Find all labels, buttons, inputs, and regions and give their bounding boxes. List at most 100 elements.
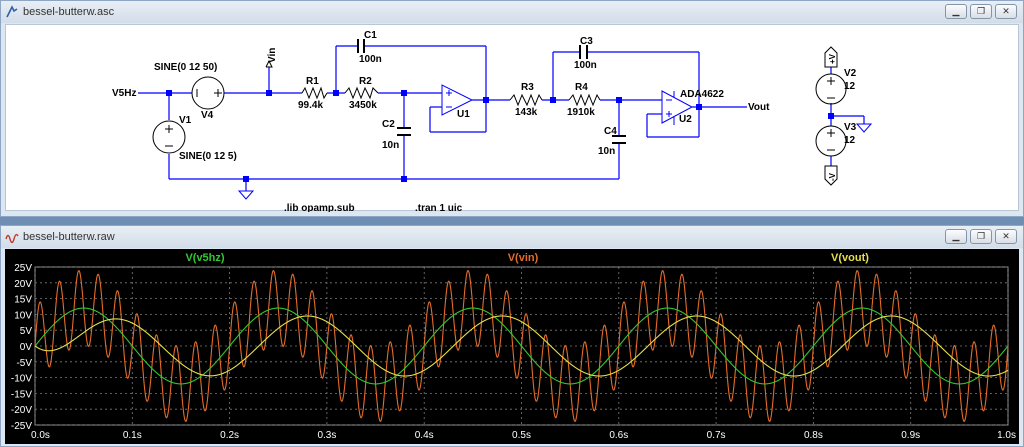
c1-name: C1 [364,30,377,41]
x-tick-label: 0.5s [512,430,531,441]
trace-label-vin[interactable]: V(vin) [508,252,539,264]
x-tick-label: 0.7s [707,430,726,441]
ground-symbol-supply [855,123,873,133]
restore-icon: ❐ [976,6,986,16]
waveform-window-controls: ▁ ❐ ✕ [945,229,1017,244]
waveform-plot-pane[interactable]: 25V 20V 15V 10V 5V 0V -5V -10V -15V -20V -25V 0.0s… [5,249,1019,444]
r4-name: R4 [575,82,588,93]
r3-symbol[interactable] [509,93,543,107]
net-label-v5hz: V5Hz [112,88,136,99]
u2-value: ADA4622 [680,89,724,100]
net-label-v-pos: +V [828,53,837,64]
c2-name: C2 [382,119,395,130]
v2-name: V2 [844,68,857,79]
r4-value: 1910k [567,107,595,118]
v4-value: SINE(0 12 50) [154,62,217,73]
waveform-file-icon [5,233,19,244]
r2-value: 3450k [349,100,377,111]
x-tick-label: 0.8s [804,430,823,441]
minimize-icon: ▁ [952,231,960,241]
y-tick-label: 20V [14,279,32,290]
r3-name: R3 [521,82,534,93]
c3-name: C3 [580,36,593,47]
c3-symbol[interactable] [579,45,588,59]
y-tick-label: 25V [14,263,32,274]
v2-source-symbol[interactable] [815,73,847,105]
r4-symbol[interactable] [568,93,601,107]
v2-value: 12 [844,81,856,92]
trace-legend: V(v5hz) V(vin) V(vout) [185,252,869,264]
net-label-vin: Vin [267,48,278,63]
waveform-titlebar[interactable]: bessel-butterw.raw ▁ ❐ ✕ [1,226,1023,248]
schematic-title: bessel-butterw.asc [23,6,115,18]
v1-name: V1 [179,115,192,126]
ground-symbol [237,190,255,200]
schematic-canvas[interactable]: V5Hz Vin Vout +V -V SINE(0 12 50) V4 V1 … [5,24,1019,212]
minimize-button[interactable]: ▁ [945,229,967,244]
r1-symbol[interactable] [301,86,328,100]
y-tick-label: -20V [11,405,32,416]
close-icon: ✕ [1002,6,1010,16]
c2-value: 10n [382,140,399,151]
y-tick-label: -15V [11,389,32,400]
y-axis-tick-labels: 25V 20V 15V 10V 5V 0V -5V -10V -15V -20V -25V [11,263,32,432]
x-tick-label: 0.6s [609,430,628,441]
r2-name: R2 [359,76,372,87]
net-label-vout: Vout [748,102,770,113]
u1-name: U1 [457,109,470,120]
c1-value: 100n [359,54,382,65]
waveform-title: bessel-butterw.raw [23,231,115,243]
c4-symbol[interactable] [612,135,626,144]
x-axis-tick-labels: 0.0s 0.1s 0.2s 0.3s 0.4s 0.5s 0.6s 0.7s 0.8s 0.9s… [31,430,1016,441]
trace-label-v5hz[interactable]: V(v5hz) [185,252,224,264]
x-tick-label: 0.0s [31,430,50,441]
c3-value: 100n [574,60,597,71]
c4-value: 10n [598,146,615,157]
close-button[interactable]: ✕ [995,4,1017,19]
y-tick-label: 0V [20,342,33,353]
junction-dots [166,90,834,182]
schematic-window-controls: ▁ ❐ ✕ [945,4,1017,19]
close-button[interactable]: ✕ [995,229,1017,244]
v3-name: V3 [844,122,857,133]
minimize-icon: ▁ [952,6,960,16]
r1-name: R1 [306,76,319,87]
y-tick-label: -10V [11,374,32,385]
lib-directive[interactable]: .lib opamp.sub [284,203,355,212]
x-tick-label: 0.9s [901,430,920,441]
restore-button[interactable]: ❐ [970,229,992,244]
tran-directive[interactable]: .tran 1 uic [415,203,463,212]
trace-label-vout[interactable]: V(vout) [831,252,869,264]
r2-symbol[interactable] [344,86,379,100]
net-label-v-neg: -V [828,172,837,181]
y-tick-label: 10V [14,310,32,321]
v3-source-symbol[interactable] [815,125,847,157]
x-tick-label: 1.0s [997,430,1016,441]
x-tick-label: 0.1s [123,430,142,441]
x-tick-label: 0.3s [317,430,336,441]
v1-value: SINE(0 12 5) [179,151,237,162]
r3-value: 143k [515,107,538,118]
y-tick-label: 15V [14,295,32,306]
restore-button[interactable]: ❐ [970,4,992,19]
x-tick-label: 0.2s [220,430,239,441]
c2-symbol[interactable] [397,127,411,136]
schematic-window: bessel-butterw.asc ▁ ❐ ✕ V5Hz Vin Vout +… [0,0,1024,217]
x-tick-label: 0.4s [415,430,434,441]
y-tick-label: -25V [11,421,32,432]
y-tick-label: -5V [16,358,32,369]
schematic-titlebar[interactable]: bessel-butterw.asc ▁ ❐ ✕ [1,1,1023,23]
y-tick-label: 5V [20,326,33,337]
c1-symbol[interactable] [357,39,365,53]
minimize-button[interactable]: ▁ [945,4,967,19]
v4-source-symbol[interactable] [191,76,225,110]
waveform-window: bessel-butterw.raw ▁ ❐ ✕ 25V 20V 15V 10V 5V 0… [0,225,1024,447]
v4-name: V4 [201,110,214,121]
schematic-wires [138,45,865,191]
restore-icon: ❐ [976,231,986,241]
u2-name: U2 [679,114,692,125]
schematic-file-icon [6,5,18,18]
v3-value: 12 [844,135,856,146]
close-icon: ✕ [1002,231,1010,241]
r1-value: 99.4k [298,100,323,111]
